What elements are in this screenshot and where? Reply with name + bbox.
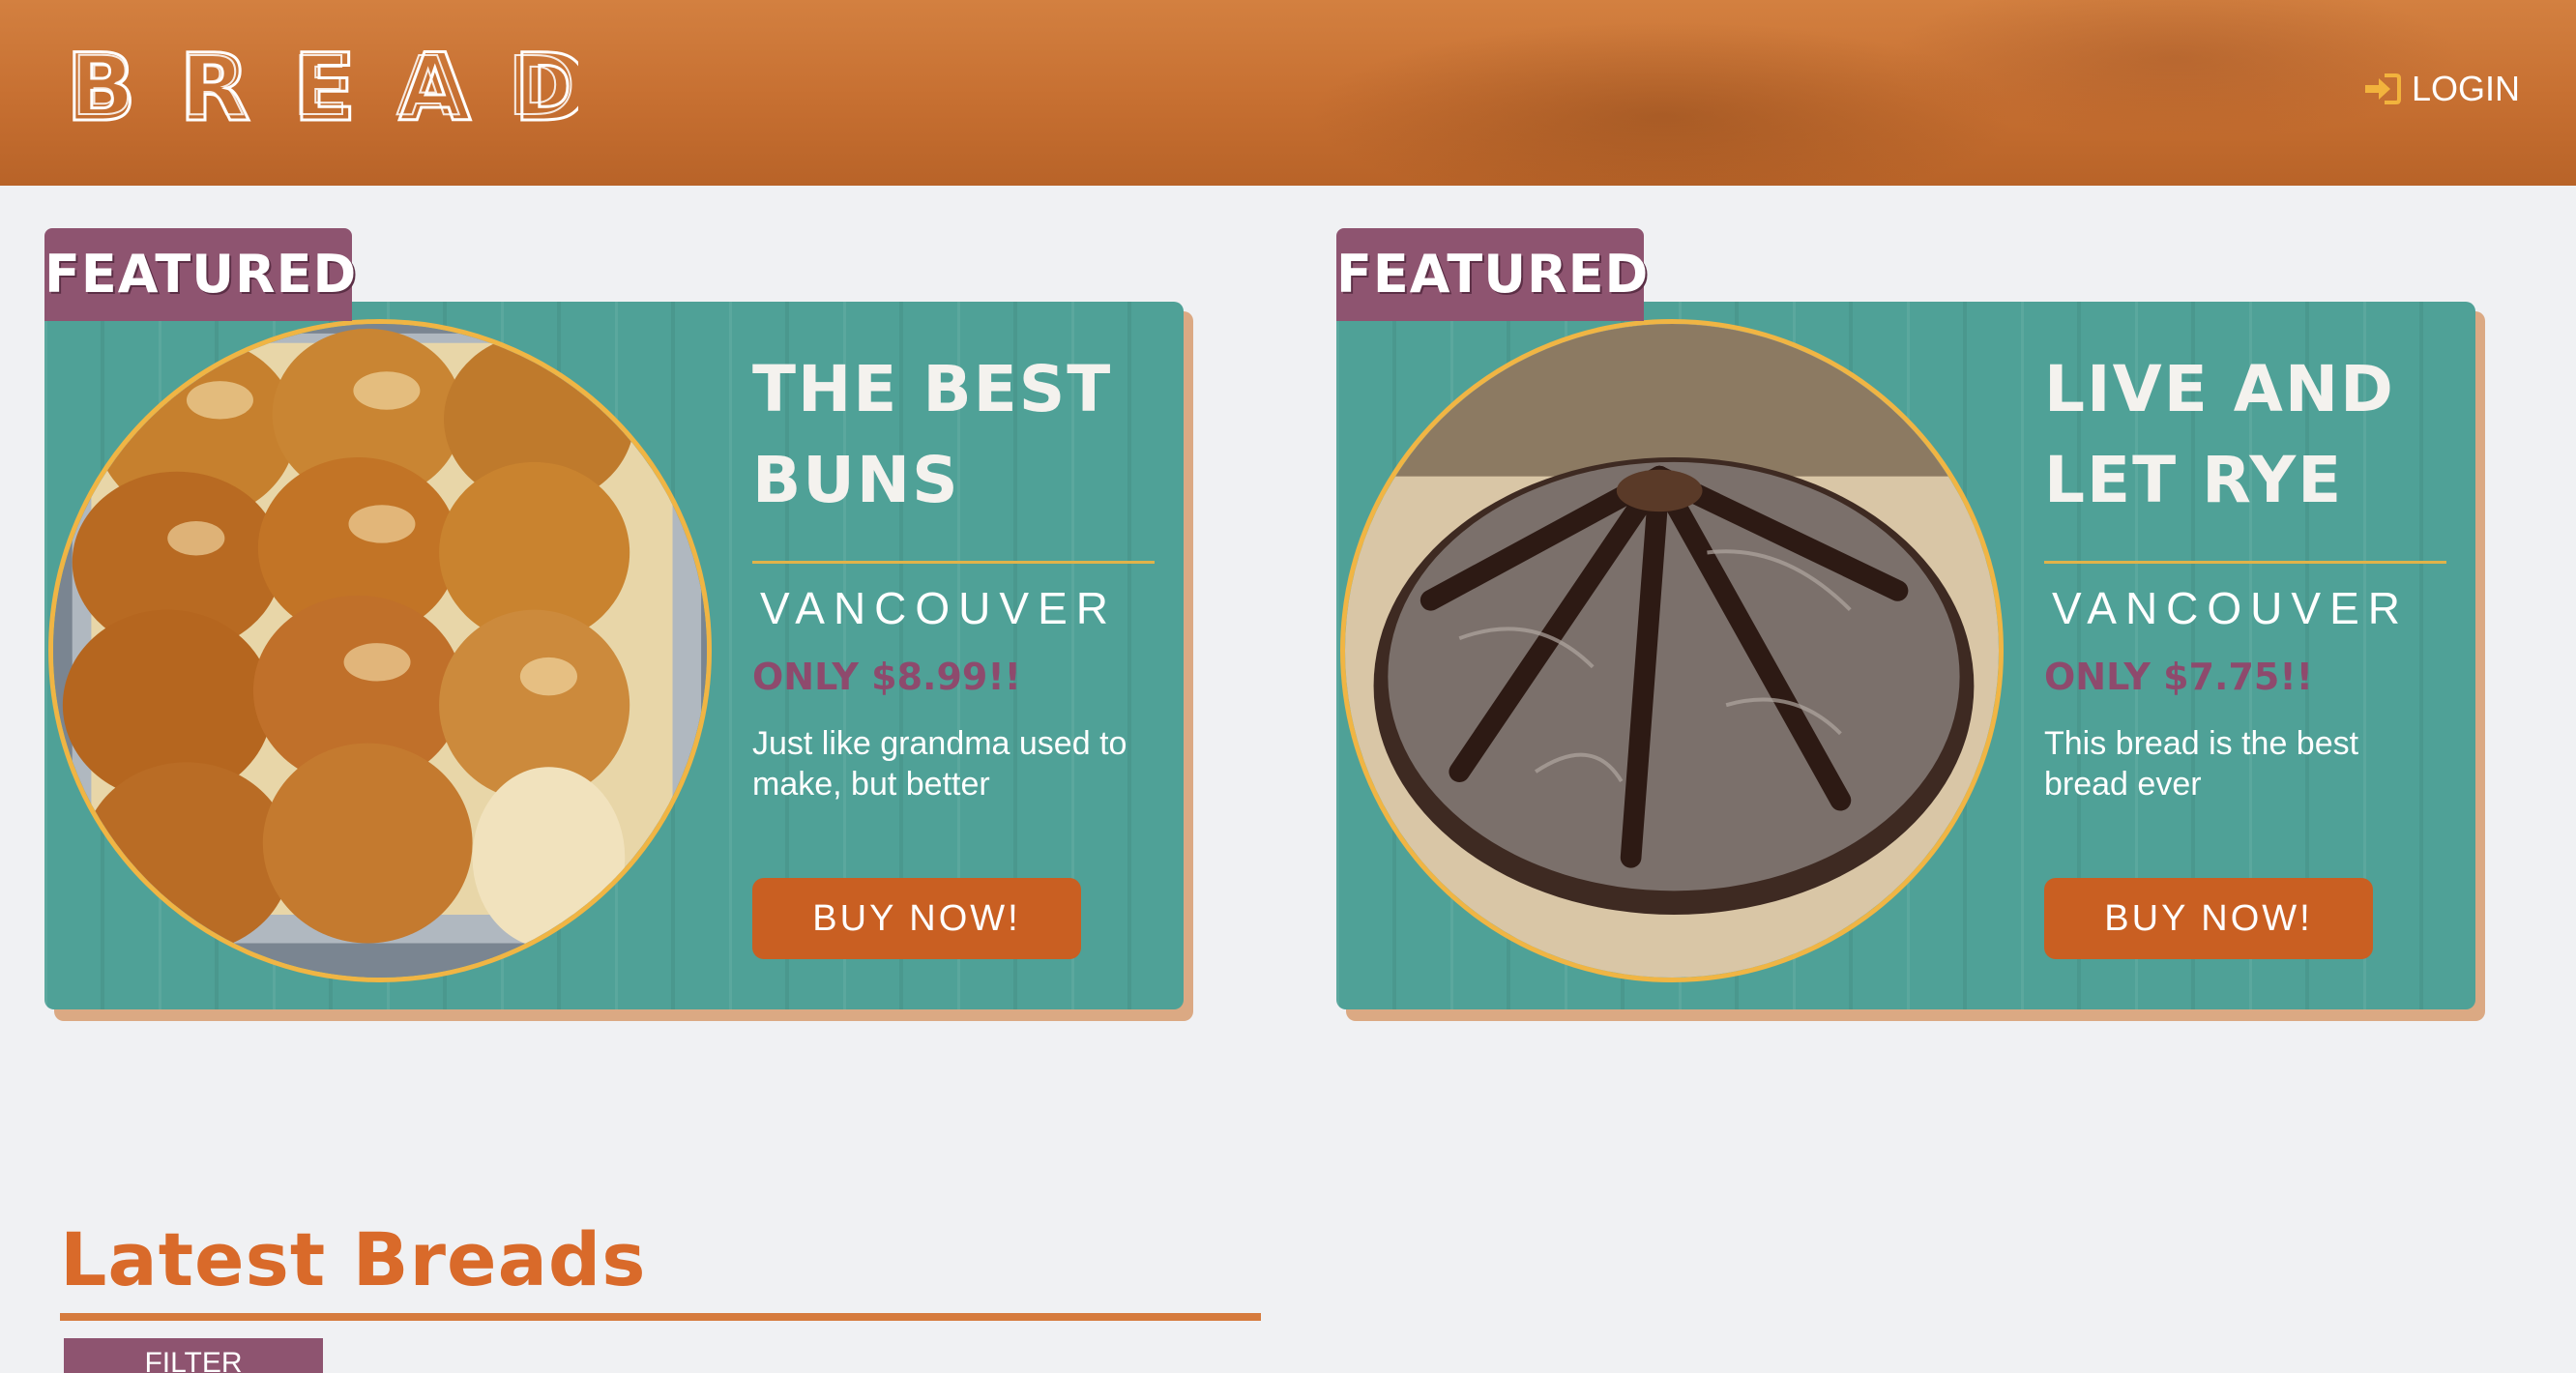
rye-photo[interactable] [1340,319,2004,982]
card-title-line2: LET RYE [2044,443,2344,517]
heading-underline [60,1313,1261,1321]
filter-button[interactable]: FILTER [64,1338,323,1373]
title-divider [752,561,1155,564]
card-location: VANCOUVER [760,583,1117,633]
featured-tag: FEATURED [1336,228,1648,321]
card-description: Just like grandma used to make, but bett… [752,725,1127,803]
logo-text-inline: BREAD [72,43,578,130]
bread-logo[interactable]: BREAD BREAD [66,43,578,130]
card-title-line1: LIVE AND [2044,352,2395,426]
card-title[interactable]: THE BEST BUNS [752,344,1158,526]
card-title[interactable]: LIVE AND LET RYE [2044,344,2450,526]
latest-breads-heading: Latest Breads [60,1216,647,1302]
featured-card: THE BEST BUNS VANCOUVER ONLY $8.99!! Jus… [44,228,1193,1021]
featured-tag: FEATURED [44,228,356,321]
card-title-line1: THE BEST [752,352,1113,426]
buy-now-button[interactable]: BUY NOW! [752,878,1081,959]
featured-card-body: LIVE AND LET RYE VANCOUVER ONLY $7.75!! … [1336,302,2475,1009]
card-title-line2: BUNS [752,443,960,517]
buns-photo[interactable] [48,319,712,982]
site-header: BREAD BREAD LOGIN [0,0,2576,186]
login-label: LOGIN [2411,69,2520,108]
card-description: This bread is the best bread ever [2044,725,2359,803]
card-location: VANCOUVER [2052,583,2409,633]
title-divider [2044,561,2446,564]
featured-card-body: THE BEST BUNS VANCOUVER ONLY $8.99!! Jus… [44,302,1184,1009]
rye-loaf-image [1345,324,1999,978]
card-price: ONLY $7.75!! [2044,656,2314,698]
login-link[interactable]: LOGIN [2363,68,2520,110]
card-price: ONLY $8.99!! [752,656,1022,698]
sign-in-icon [2364,73,2401,104]
buns-in-tray-image [53,324,707,978]
buy-now-button[interactable]: BUY NOW! [2044,878,2373,959]
featured-card: LIVE AND LET RYE VANCOUVER ONLY $7.75!! … [1336,228,2485,1021]
